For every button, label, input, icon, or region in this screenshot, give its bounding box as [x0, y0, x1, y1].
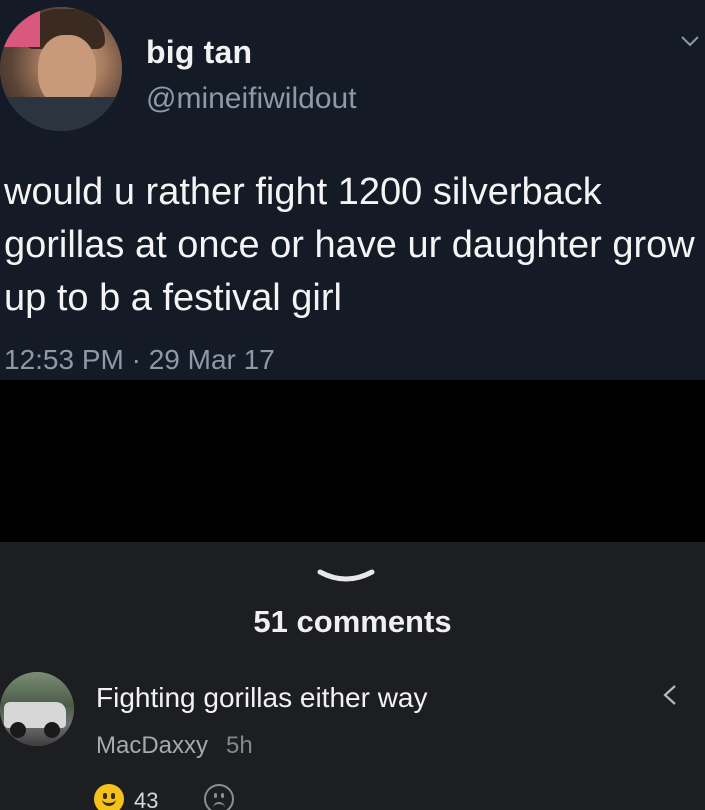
- chevron-down-icon[interactable]: [679, 30, 701, 52]
- tweet-card: big tan @mineifiwildout would u rather f…: [0, 0, 705, 380]
- share-icon[interactable]: [659, 682, 681, 708]
- tweet-timestamp: 12:53 PM · 29 Mar 17: [4, 344, 275, 375]
- commenter-avatar[interactable]: [0, 672, 74, 746]
- comments-section: 51 comments Fighting gorillas either way…: [0, 542, 705, 810]
- comment-text: Fighting gorillas either way: [96, 682, 428, 713]
- display-name[interactable]: big tan: [146, 34, 252, 71]
- profile-avatar[interactable]: [0, 7, 122, 131]
- like-count: 43: [134, 788, 159, 810]
- frown-icon[interactable]: [204, 784, 234, 810]
- divider-band: [0, 380, 705, 542]
- comment-time: 5h: [226, 732, 253, 759]
- chevron-down-icon[interactable]: [316, 564, 376, 588]
- smiley-icon[interactable]: [94, 784, 124, 810]
- user-handle[interactable]: @mineifiwildout: [146, 82, 357, 116]
- comments-count: 51 comments: [253, 604, 452, 639]
- comment-author[interactable]: MacDaxxy: [96, 732, 208, 760]
- tweet-text: would u rather fight 1200 silverback gor…: [4, 171, 695, 319]
